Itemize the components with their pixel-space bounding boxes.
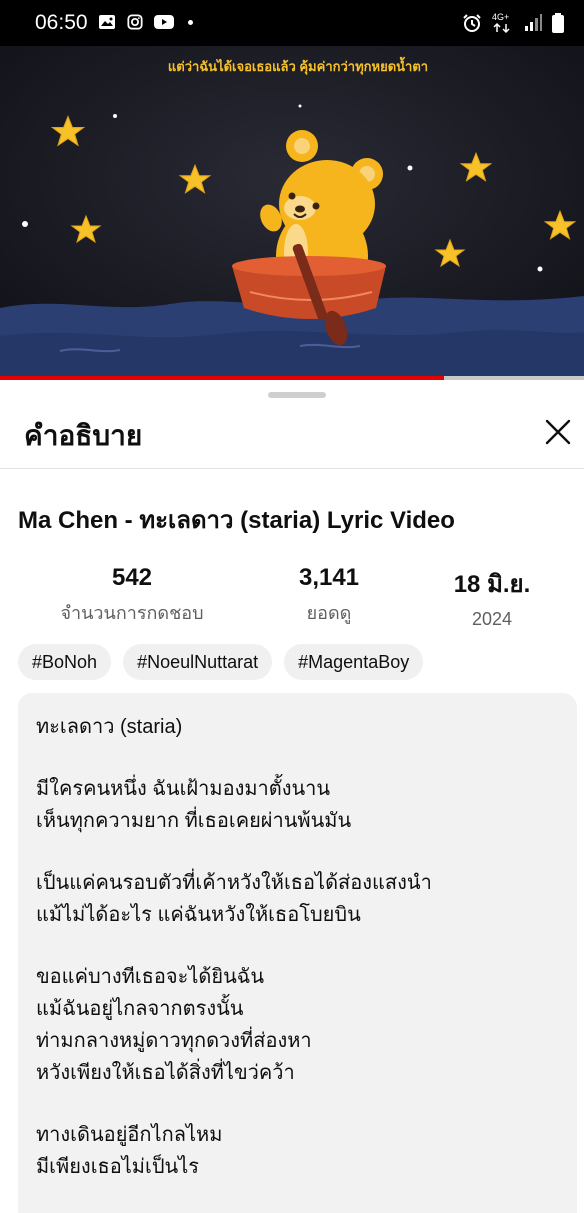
battery-icon [552,13,564,33]
likes-count: 542 [111,564,153,591]
likes-stat: 542 จำนวนการกดชอบ [40,564,224,627]
description-line: หวังเพียงให้เธอได้สิ่งที่ไขว่คว้า [36,1062,295,1084]
status-time: 06:50 [35,11,88,34]
views-count: 3,141 [298,564,360,591]
hashtag-chip[interactable]: #MagentaBoy [284,644,424,680]
status-left-icons [98,14,193,30]
notification-dot [188,19,193,25]
views-stat: 3,141 ยอดดู [264,564,394,627]
likes-label: จำนวนการกดชอบ [60,603,204,623]
description-line: ทะเลดาว (staria) [36,716,183,738]
description-line: มีเพียงเธอไม่เป็นไร [36,1156,199,1178]
sheet-title: คำอธิบาย [24,420,143,451]
video-player[interactable]: แต่ว่าฉันได้เจอเธอแล้ว คุ้มค่ากว่าทุกหยด… [0,46,584,376]
description-line: มีใครคนหนึ่ง ฉันเฝ้ามองมาตั้งนาน [36,778,331,800]
upload-year: 2024 [471,609,513,629]
upload-date: 18 มิ.ย. [453,571,531,598]
4g-data-icon: 4G+ [492,12,514,34]
video-overlay-caption: แต่ว่าฉันได้เจอเธอแล้ว คุ้มค่ากว่าทุกหยด… [168,56,428,75]
sheet-header: คำอธิบาย [0,380,584,469]
hashtag-chip[interactable]: #BoNoh [18,644,112,680]
date-stat: 18 มิ.ย. 2024 [432,564,552,630]
description-line: แม้ไม่ได้อะไร แค่ฉันหวังให้เธอโบยบิน [36,904,361,926]
video-title: Ma Chen - ทะเลดาว (staria) Lyric Video [18,507,455,534]
youtube-icon [154,15,174,29]
description-line: ขอแค่บางทีเธอจะได้ยินฉัน [36,966,265,988]
description-line: แม้ฉันอยู่ไกลจากตรงนั้น [36,998,244,1020]
gallery-icon [99,15,115,29]
alarm-icon [463,14,481,32]
close-icon[interactable] [542,416,574,448]
hashtag-list: #BoNoh #NoeulNuttarat #MagentaBoy [18,644,424,680]
description-line: ทางเดินอยู่อีกไกลไหม [36,1124,223,1146]
video-stats: 542 จำนวนการกดชอบ 3,141 ยอดดู 18 มิ.ย. 2… [0,564,584,629]
instagram-icon [127,14,143,30]
description-line: เห็นทุกความยาก ที่เธอเคยผ่านพ้นมัน [36,810,352,832]
description-sheet: คำอธิบาย Ma Chen - ทะเลดาว (staria) Lyri… [0,380,584,1213]
description-text: ทะเลดาว (staria) มีใครคนหนึ่ง ฉันเฝ้ามอง… [36,711,556,1183]
status-right-icons: 4G+ [462,12,564,34]
description-box[interactable]: ทะเลดาว (staria) มีใครคนหนึ่ง ฉันเฝ้ามอง… [18,693,577,1213]
video-frame-illustration: แต่ว่าฉันได้เจอเธอแล้ว คุ้มค่ากว่าทุกหยด… [0,46,584,376]
signal-icon [525,14,542,31]
status-bar: 06:50 4G+ [0,0,584,46]
hashtag-chip[interactable]: #NoeulNuttarat [123,644,273,680]
description-line: เป็นแค่คนรอบตัวที่เค้าหวังให้เธอได้ส่องแ… [36,872,432,894]
description-line: ท่ามกลางหมู่ดาวทุกดวงที่ส่องหา [36,1030,312,1052]
views-label: ยอดดู [306,603,352,623]
network-type-label: 4G+ [492,12,510,22]
